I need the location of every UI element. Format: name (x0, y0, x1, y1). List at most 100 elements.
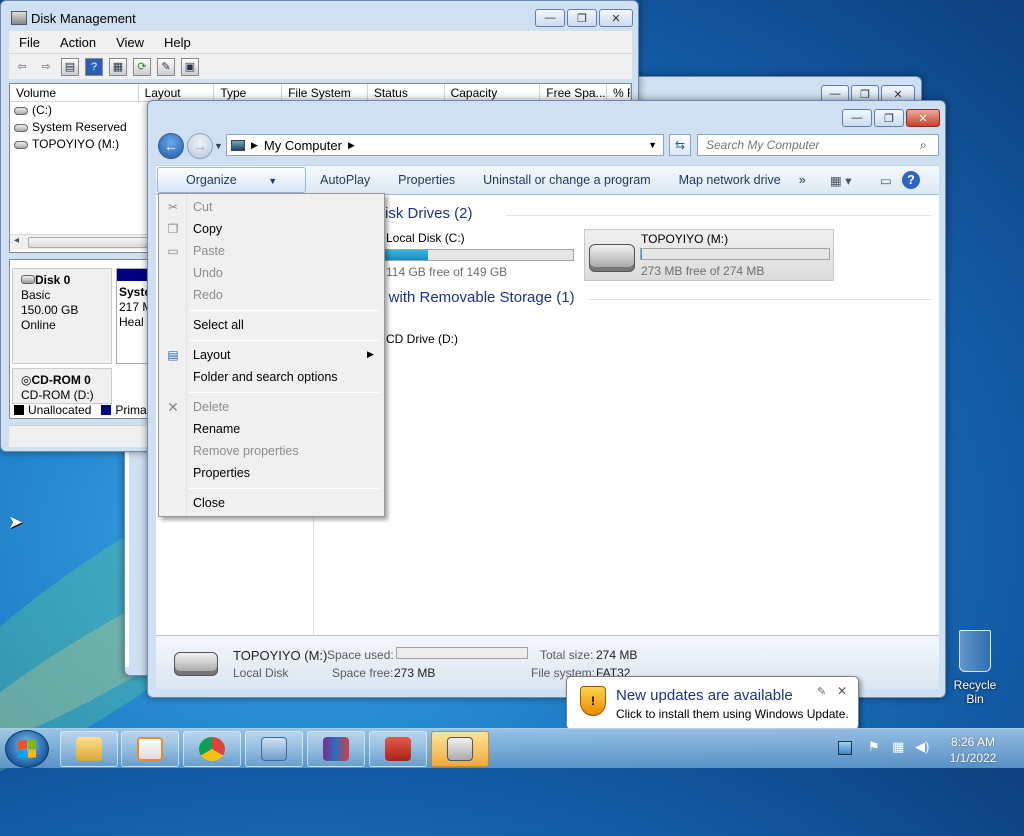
map-network-drive-button[interactable]: Map network drive (665, 173, 795, 187)
menu-item-remove-properties[interactable]: Remove properties (193, 441, 299, 461)
taskbar-disk-management[interactable] (431, 731, 489, 767)
breadcrumb-separator[interactable]: ▶ (251, 140, 258, 151)
menu-item-paste[interactable]: Paste (193, 241, 225, 261)
layout-icon: ▤ (167, 348, 179, 362)
group-hard-disk-drives[interactable]: isk Drives (2) (385, 205, 473, 222)
properties-icon[interactable]: ✎ (157, 57, 175, 76)
menu-view[interactable]: View (106, 35, 154, 50)
autoplay-button[interactable]: AutoPlay (306, 173, 384, 187)
taskbar-explorer[interactable] (60, 731, 118, 767)
menu-help[interactable]: Help (154, 35, 201, 50)
menu-file[interactable]: File (9, 35, 50, 50)
action-center-icon[interactable]: ⚑ (868, 739, 880, 755)
legend-label: Unallocated (28, 403, 92, 417)
toolbox-icon (385, 737, 411, 761)
volume-icon[interactable]: ◀) (915, 739, 929, 755)
drive-m-tile[interactable]: TOPOYIYO (M:) 273 MB free of 274 MB (584, 229, 834, 281)
menu-item-undo[interactable]: Undo (193, 263, 223, 283)
properties-button[interactable]: Properties (384, 173, 469, 187)
help-icon[interactable]: ? (85, 57, 103, 76)
more-commands-button[interactable]: » (795, 173, 810, 187)
close-icon[interactable]: ✕ (837, 684, 847, 698)
shield-warning-icon: ! (580, 686, 606, 716)
menu-item-select-all[interactable]: Select all (193, 315, 244, 335)
column-percent-free[interactable]: % F (607, 84, 631, 101)
column-status[interactable]: Status (368, 84, 445, 101)
organize-button[interactable]: Organize ▼ (157, 167, 307, 193)
back-arrow-icon[interactable]: ⇦ (13, 58, 31, 76)
recycle-bin[interactable]: Recycle Bin (944, 630, 1006, 706)
column-file-system[interactable]: File System (282, 84, 368, 101)
recycle-bin-label: Recycle Bin (953, 678, 997, 706)
command-bar: Organize ▼ AutoPlay Properties Uninstall… (156, 165, 939, 195)
partition-system-reserved[interactable]: Syste 217 M Heal (116, 268, 148, 364)
taskbar-toolbox[interactable] (369, 731, 427, 767)
disk0-label[interactable]: Disk 0 Basic 150.00 GB Online (12, 268, 112, 364)
menu-item-cut[interactable]: Cut (193, 197, 212, 217)
settings-icon[interactable]: ✎ (817, 685, 826, 698)
drive-free-space: 114 GB free of 149 GB (386, 265, 508, 279)
search-icon[interactable]: ⌕ (920, 138, 927, 153)
system-clock[interactable]: 8:26 AM 1/1/2022 (944, 734, 1002, 766)
disk-icon[interactable]: ▣ (181, 57, 199, 76)
search-input[interactable]: Search My Computer (697, 134, 939, 156)
volume-name: (C:) (32, 103, 52, 117)
minimize-button[interactable]: — (535, 9, 565, 27)
cdrom-icon: ◎ (21, 373, 32, 387)
forward-button[interactable]: → (187, 133, 213, 159)
close-button[interactable]: ✕ (906, 109, 940, 127)
column-free-space[interactable]: Free Spa... (540, 84, 608, 101)
group-removable-storage[interactable]: s with Removable Storage (1) (377, 289, 575, 306)
menu-item-rename[interactable]: Rename (193, 419, 240, 439)
maximize-button[interactable]: ❐ (874, 109, 904, 127)
menu-item-folder-options[interactable]: Folder and search options (193, 367, 338, 387)
taskbar-control-panel[interactable] (245, 731, 303, 767)
maximize-button[interactable]: ❐ (567, 9, 597, 27)
details-drive-name: TOPOYIYO (M:) (233, 648, 328, 663)
horizontal-scrollbar[interactable]: ◂ (10, 234, 150, 250)
refresh-button[interactable]: ⇆ (669, 134, 691, 156)
menu-item-layout[interactable]: Layout (193, 345, 231, 365)
column-type[interactable]: Type (214, 84, 283, 101)
drive-d-tile[interactable]: CD Drive (D:) (386, 332, 458, 346)
column-volume[interactable]: Volume (10, 84, 139, 101)
cdrom0-label[interactable]: ◎CD-ROM 0 CD-ROM (D:) (12, 368, 112, 404)
menu-item-delete[interactable]: Delete (193, 397, 229, 417)
menu-action[interactable]: Action (50, 35, 106, 50)
minimize-button[interactable]: — (842, 109, 872, 127)
menu-item-copy[interactable]: Copy (193, 219, 222, 239)
space-used-bar (396, 647, 528, 659)
taskbar-media-player[interactable] (121, 731, 179, 767)
list-view-icon[interactable]: ▤ (61, 57, 79, 76)
column-capacity[interactable]: Capacity (445, 84, 541, 101)
change-view-icon[interactable]: ▦ ▾ (816, 173, 866, 188)
refresh-icon[interactable]: ⟳ (133, 57, 151, 76)
taskbar-winrar[interactable] (307, 731, 365, 767)
back-button[interactable]: ← (158, 133, 184, 159)
column-layout[interactable]: Layout (139, 84, 215, 101)
start-button[interactable] (5, 730, 49, 768)
chrome-icon (199, 737, 225, 761)
windows-update-tray-icon[interactable] (838, 741, 852, 755)
disk-name: Disk 0 (35, 273, 71, 287)
menu-item-close[interactable]: Close (193, 493, 225, 513)
preview-pane-icon[interactable]: ▭ (866, 173, 906, 188)
folder-icon (76, 737, 102, 761)
recent-pages-dropdown[interactable]: ▼ (214, 141, 223, 151)
legend-label: Prima (115, 403, 147, 417)
detail-view-icon[interactable]: ▦ (109, 57, 127, 76)
uninstall-program-button[interactable]: Uninstall or change a program (469, 173, 664, 187)
menu-item-redo[interactable]: Redo (193, 285, 223, 305)
taskbar-chrome[interactable] (183, 731, 241, 767)
address-dropdown-icon[interactable]: ▼ (648, 140, 657, 150)
breadcrumb-my-computer[interactable]: My Computer (264, 138, 342, 153)
close-button[interactable]: ✕ (599, 9, 633, 27)
breadcrumb-separator[interactable]: ▶ (348, 140, 355, 151)
help-icon[interactable]: ? (902, 171, 920, 189)
menu-item-properties[interactable]: Properties (193, 463, 250, 483)
address-bar[interactable]: ▶ My Computer ▶ ▼ (226, 134, 664, 156)
forward-arrow-icon[interactable]: ⇨ (37, 58, 55, 76)
drive-usage-fill (385, 250, 429, 260)
network-icon[interactable]: ▦ (892, 739, 904, 755)
update-notification[interactable]: ! New updates are available Click to ins… (566, 676, 859, 730)
